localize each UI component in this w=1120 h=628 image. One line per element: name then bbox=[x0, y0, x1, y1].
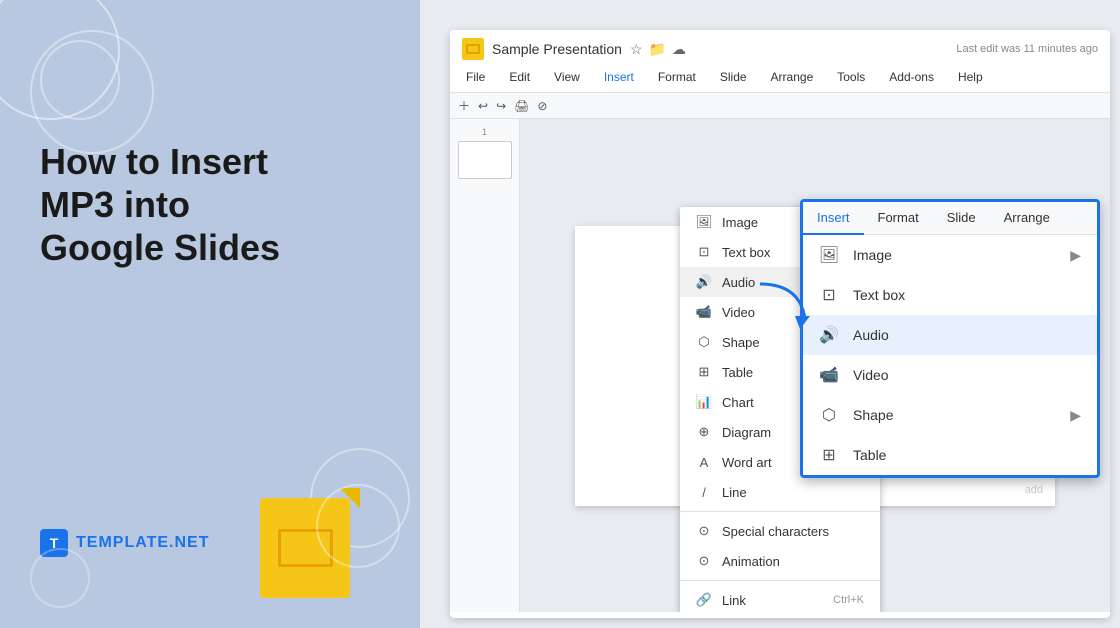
slide-thumbnail bbox=[458, 141, 512, 179]
dd-line[interactable]: / Line bbox=[680, 477, 880, 507]
wordart-icon: A bbox=[696, 454, 712, 470]
bm-image-icon: 🖼 bbox=[819, 245, 839, 265]
slides-logo-inner bbox=[466, 44, 480, 54]
bm-image-arrow: ▶ bbox=[1070, 247, 1081, 264]
bm-textbox[interactable]: ⊡ Text box bbox=[803, 275, 1097, 315]
file-body bbox=[260, 498, 350, 598]
bm-textbox-icon: ⊡ bbox=[819, 285, 839, 305]
logo-box: T bbox=[40, 529, 68, 557]
bm-image[interactable]: 🖼 Image ▶ bbox=[803, 235, 1097, 275]
image-icon: 🖼 bbox=[696, 214, 712, 230]
animation-icon: ⊙ bbox=[696, 553, 712, 569]
title-bar: Sample Presentation ☆ 📁 ☁ Last edit was … bbox=[450, 30, 1110, 93]
star-icon[interactable]: ☆ bbox=[630, 41, 643, 58]
slide-number: 1 bbox=[458, 127, 511, 137]
link-shortcut: Ctrl+K bbox=[833, 594, 864, 606]
bm-audio-icon: 🔊 bbox=[819, 325, 839, 345]
bm-table[interactable]: ⊞ Table bbox=[803, 435, 1097, 475]
diagram-icon: ⊕ bbox=[696, 424, 712, 440]
title-icons: ☆ 📁 ☁ bbox=[630, 41, 686, 58]
bm-shape-arrow: ▶ bbox=[1070, 407, 1081, 424]
slide-right-text: add bbox=[1025, 484, 1043, 496]
table-icon: ⊞ bbox=[696, 364, 712, 380]
menu-format[interactable]: Format bbox=[654, 68, 700, 86]
menu-help[interactable]: Help bbox=[954, 68, 987, 86]
left-panel: How to Insert MP3 into Google Slides T T… bbox=[0, 0, 420, 628]
slides-window: Sample Presentation ☆ 📁 ☁ Last edit was … bbox=[450, 30, 1110, 618]
deco-circle-2 bbox=[40, 40, 120, 120]
logo-text: TEMPLATE.NET bbox=[76, 534, 209, 552]
bm-shape[interactable]: ⬡ Shape ▶ bbox=[803, 395, 1097, 435]
file-icon bbox=[260, 488, 360, 598]
bottom-section: T TEMPLATE.NET bbox=[40, 488, 380, 598]
bm-audio[interactable]: 🔊 Audio bbox=[803, 315, 1097, 355]
slide-icon-inner bbox=[278, 529, 333, 567]
main-area: 1 Click to add title Click to add subtit… bbox=[450, 119, 1110, 612]
bm-table-icon: ⊞ bbox=[819, 445, 839, 465]
menu-view[interactable]: View bbox=[550, 68, 584, 86]
deco-circle-1 bbox=[0, 0, 120, 120]
menu-bar: File Edit View Insert Format Slide Arran… bbox=[462, 64, 1098, 92]
blue-tab-slide[interactable]: Slide bbox=[933, 202, 990, 234]
last-edit: Last edit was 11 minutes ago bbox=[956, 43, 1098, 55]
logo-area: T TEMPLATE.NET bbox=[40, 529, 209, 557]
video-icon: 📹 bbox=[696, 304, 712, 320]
blue-tab-format[interactable]: Format bbox=[864, 202, 933, 234]
menu-insert[interactable]: Insert bbox=[600, 68, 638, 86]
toolbar-print[interactable]: 🖨 bbox=[514, 99, 529, 113]
canvas-area: Click to add title Click to add subtitle… bbox=[520, 119, 1110, 612]
blue-tab-arrange[interactable]: Arrange bbox=[990, 202, 1064, 234]
slide-panel: 1 bbox=[450, 119, 520, 612]
toolbar-cursor[interactable]: ⊘ bbox=[537, 99, 547, 113]
dd-animation[interactable]: ⊙ Animation bbox=[680, 546, 880, 576]
folder-icon[interactable]: 📁 bbox=[649, 41, 666, 58]
main-title: How to Insert MP3 into Google Slides bbox=[40, 140, 280, 270]
menu-arrange[interactable]: Arrange bbox=[767, 68, 818, 86]
blue-tab-insert[interactable]: Insert bbox=[803, 202, 864, 235]
title-row: Sample Presentation ☆ 📁 ☁ Last edit was … bbox=[462, 38, 1098, 60]
audio-icon: 🔊 bbox=[696, 274, 712, 290]
cloud-icon[interactable]: ☁ bbox=[672, 41, 686, 58]
toolbar-plus[interactable]: ＋ bbox=[458, 97, 470, 114]
presentation-name: Sample Presentation bbox=[492, 41, 622, 57]
divider-2 bbox=[680, 580, 880, 581]
bm-video-icon: 📹 bbox=[819, 365, 839, 385]
menu-file[interactable]: File bbox=[462, 68, 489, 86]
shape-icon: ⬡ bbox=[696, 334, 712, 350]
slides-logo bbox=[462, 38, 484, 60]
bm-video[interactable]: 📹 Video bbox=[803, 355, 1097, 395]
textbox-icon: ⊡ bbox=[696, 244, 712, 260]
dd-link[interactable]: 🔗 Link Ctrl+K bbox=[680, 585, 880, 612]
menu-edit[interactable]: Edit bbox=[505, 68, 534, 86]
menu-tools[interactable]: Tools bbox=[833, 68, 869, 86]
bm-shape-icon: ⬡ bbox=[819, 405, 839, 425]
arrow-annotation bbox=[750, 274, 820, 339]
toolbar-undo[interactable]: ↩ bbox=[478, 99, 488, 113]
divider-1 bbox=[680, 511, 880, 512]
special-chars-icon: ⊙ bbox=[696, 523, 712, 539]
blue-menu-tabs: Insert Format Slide Arrange bbox=[803, 202, 1097, 235]
menu-addons[interactable]: Add-ons bbox=[885, 68, 938, 86]
toolbar-redo[interactable]: ↪ bbox=[496, 99, 506, 113]
toolbar: ＋ ↩ ↪ 🖨 ⊘ bbox=[450, 93, 1110, 119]
link-icon: 🔗 bbox=[696, 592, 712, 608]
dd-special-chars[interactable]: ⊙ Special characters bbox=[680, 516, 880, 546]
blue-menu: Insert Format Slide Arrange 🖼 Image ▶ ⊡ … bbox=[800, 199, 1100, 478]
line-icon: / bbox=[696, 484, 712, 500]
chart-icon: 📊 bbox=[696, 394, 712, 410]
menu-slide[interactable]: Slide bbox=[716, 68, 751, 86]
right-panel: Sample Presentation ☆ 📁 ☁ Last edit was … bbox=[420, 0, 1120, 628]
